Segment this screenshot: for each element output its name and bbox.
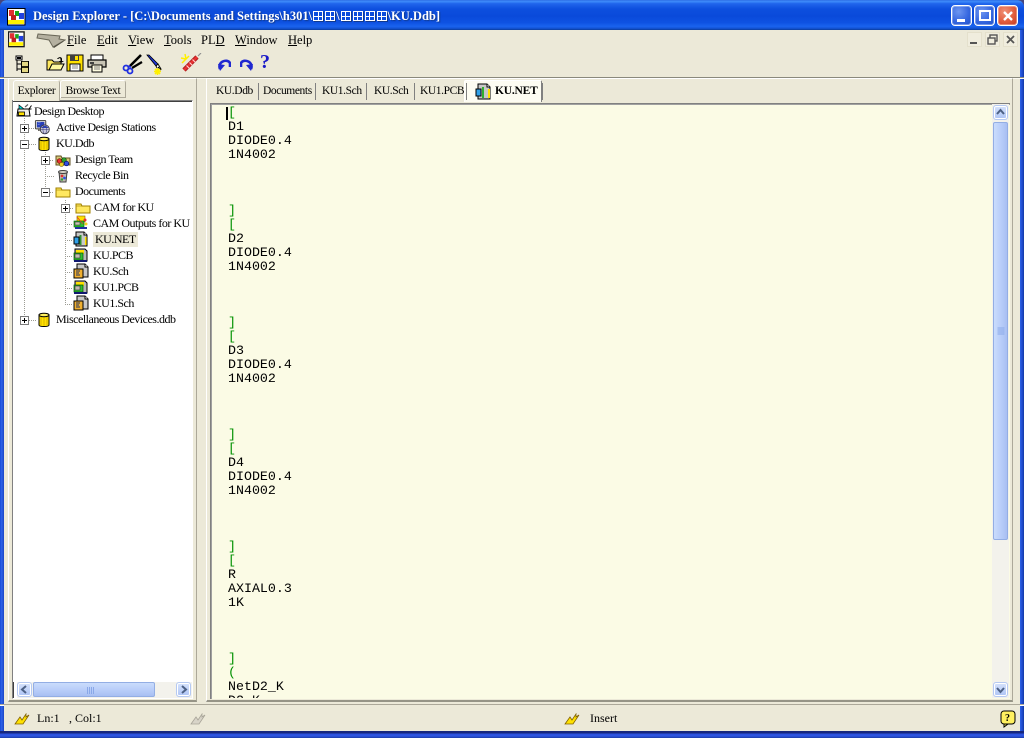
svg-text:?: ? <box>1005 713 1010 724</box>
